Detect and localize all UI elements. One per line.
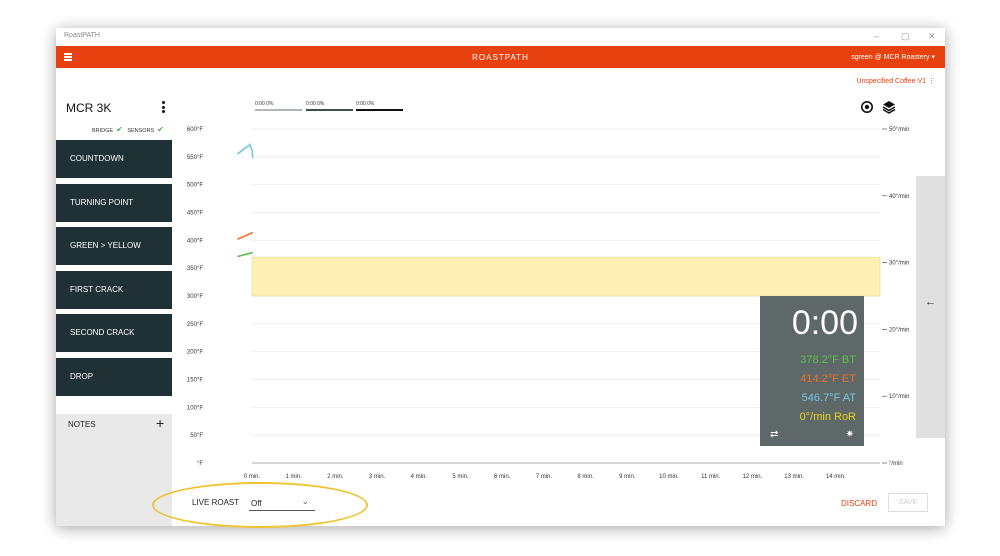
roast-chart: °F 50°F 100°F 150°F 200°F 250°F 300°F 350°F 400°…	[187, 127, 910, 480]
target-band	[251, 256, 881, 297]
x-tick-label: 11 min.	[701, 474, 721, 480]
side-panel-toggle[interactable]: ←	[916, 176, 945, 438]
y-tick-label: 250°F	[187, 322, 203, 328]
x-axis-labels: 0 min. 1 min. 2 min. 3 min. 4 min. 5 min. 6 mi…	[244, 474, 846, 480]
y-tick-label: 550°F	[187, 155, 203, 161]
save-button[interactable]: SAVE	[888, 493, 928, 512]
et-readout: 414.2°F ET	[800, 373, 856, 385]
y-tick-label: 100°F	[187, 405, 203, 411]
y-tick-label: 350°F	[187, 266, 203, 272]
x-tick-label: 5 min.	[452, 474, 469, 480]
gear-icon[interactable]: ✷	[846, 429, 854, 440]
y2-tick-label: 20°/min	[889, 327, 909, 333]
y-tick-label: 200°F	[187, 350, 203, 356]
y-tick-label: 450°F	[187, 211, 203, 217]
x-tick-label: 13 min.	[784, 474, 804, 480]
y2-tick-label: 50°/min	[889, 127, 909, 133]
arrow-left-icon[interactable]: ←	[925, 296, 936, 308]
y-tick-label: 500°F	[187, 183, 203, 189]
y-tick-label: 300°F	[187, 294, 203, 300]
app-window: RoastPATH – ▢ ✕ ROASTPATH sgreen @ MCR R…	[56, 28, 945, 526]
x-tick-label: 1 min.	[286, 474, 303, 480]
swap-icon[interactable]: ⇄	[770, 429, 778, 440]
y-tick-label: 400°F	[187, 238, 203, 244]
discard-button[interactable]: DISCARD	[841, 499, 877, 508]
y2-axis-labels: °/min 10°/min 20°/min 30°/min 40°/min 50°/min	[882, 127, 909, 467]
x-tick-label: 12 min.	[743, 474, 763, 480]
elapsed-time: 0:00	[791, 304, 858, 342]
x-tick-label: 10 min.	[659, 474, 679, 480]
x-tick-label: 0 min.	[244, 474, 261, 480]
highlight-annotation	[152, 482, 368, 528]
x-tick-label: 4 min.	[411, 474, 428, 480]
ror-readout: 0°/min RoR	[799, 411, 856, 423]
chart-series	[236, 143, 254, 258]
y-tick-label: 600°F	[187, 127, 203, 133]
live-readout: 0:00 378.2°F BT 414.2°F ET 546.7°F AT 0°…	[760, 296, 864, 446]
x-tick-label: 8 min.	[577, 474, 594, 480]
y2-tick-label: °/min	[889, 461, 903, 467]
y-tick-label: °F	[197, 461, 203, 467]
y-axis-labels: °F 50°F 100°F 150°F 200°F 250°F 300°F 350°F 400°…	[187, 127, 203, 467]
x-tick-label: 6 min.	[494, 474, 511, 480]
y2-tick-label: 40°/min	[889, 194, 909, 200]
et-series-line	[237, 231, 254, 240]
y-tick-label: 150°F	[187, 378, 203, 384]
x-tick-label: 3 min.	[369, 474, 386, 480]
at-series-line	[236, 143, 254, 159]
y2-tick-label: 10°/min	[889, 394, 909, 400]
x-tick-label: 9 min.	[619, 474, 636, 480]
y2-tick-label: 30°/min	[889, 261, 909, 267]
bt-readout: 378.2°F BT	[800, 354, 856, 366]
x-tick-label: 2 min.	[327, 474, 344, 480]
x-tick-label: 7 min.	[536, 474, 553, 480]
y-tick-label: 50°F	[190, 433, 203, 439]
bt-series-line	[237, 251, 254, 258]
at-readout: 546.7°F AT	[801, 392, 856, 404]
x-tick-label: 14 min.	[826, 474, 846, 480]
